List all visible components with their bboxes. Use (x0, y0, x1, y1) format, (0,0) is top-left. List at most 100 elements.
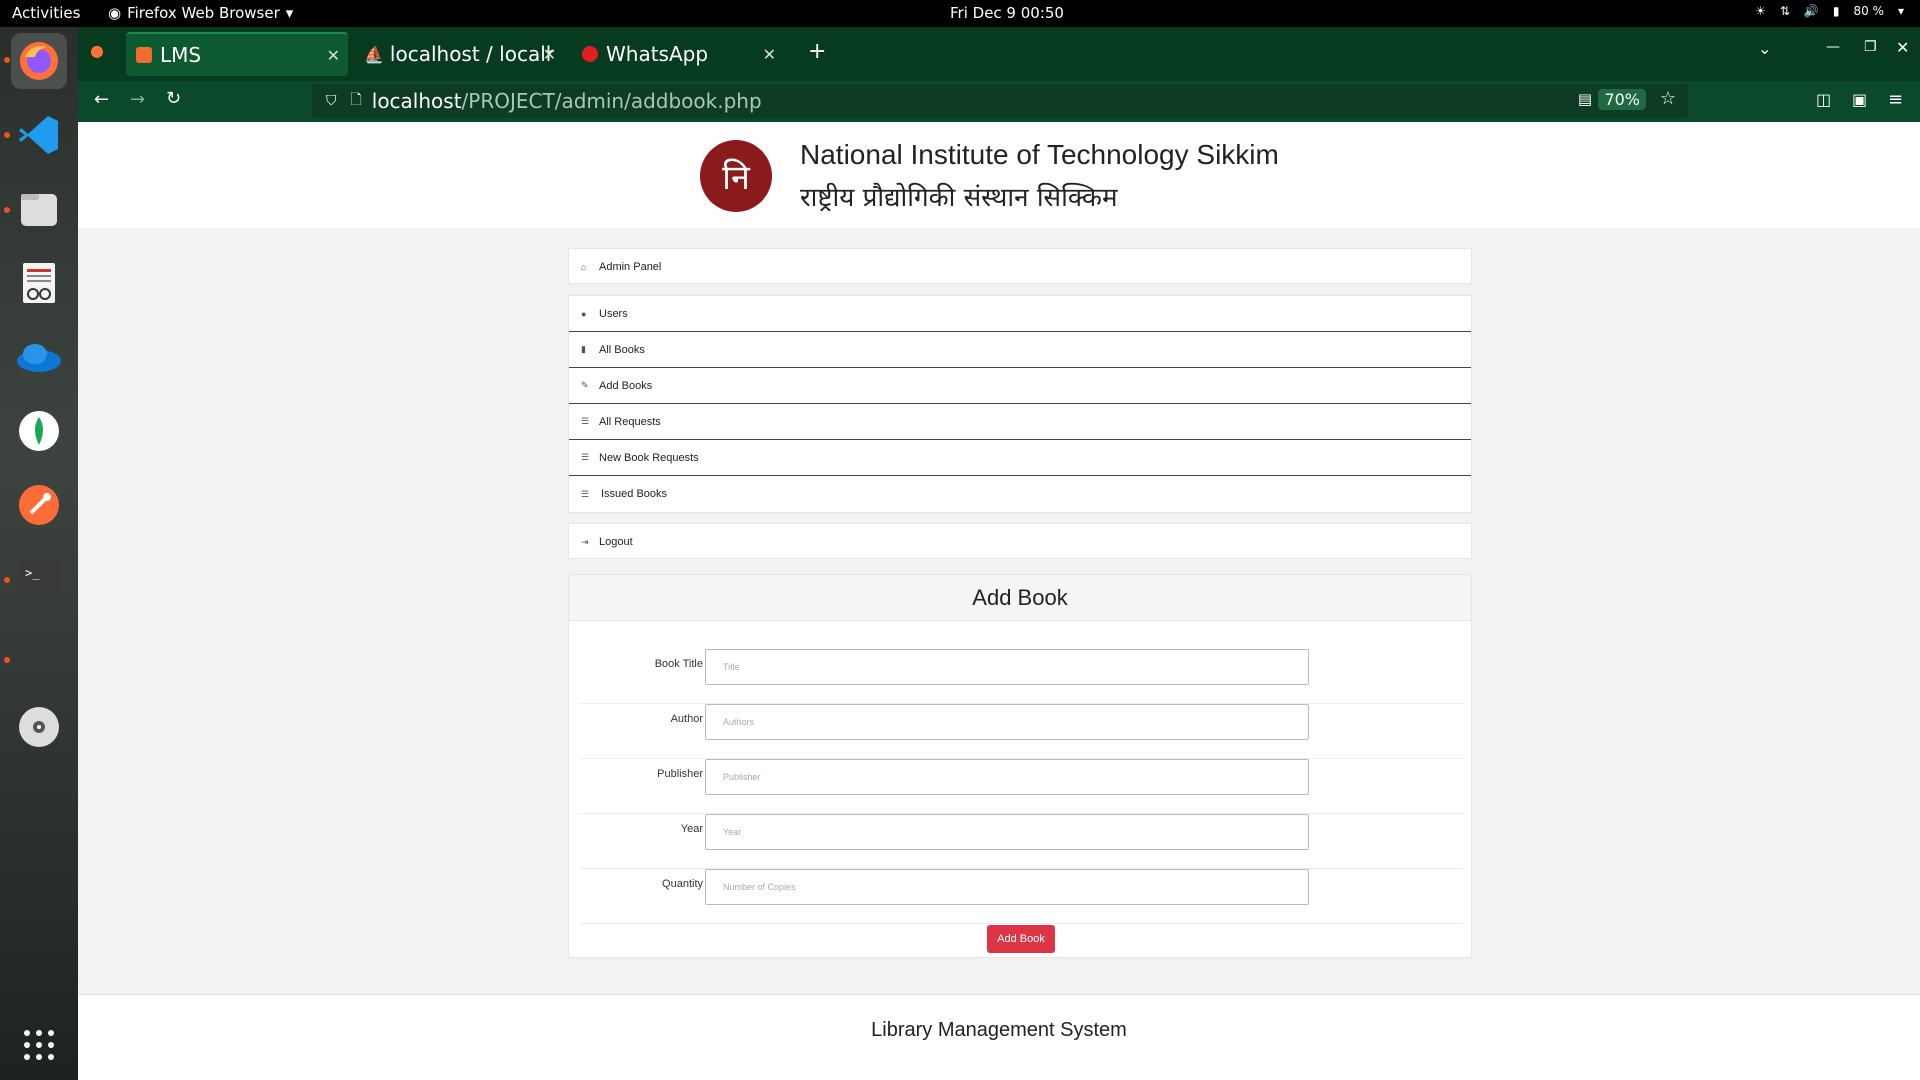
close-icon[interactable]: ✕ (543, 45, 556, 64)
battery-level: 80 % (1853, 4, 1884, 18)
url-bar[interactable]: ⛉ 🗋 localhost/PROJECT/admin/addbook.php … (312, 84, 1688, 118)
shield-icon: ⛉ (326, 93, 337, 109)
firefox-dock-icon[interactable] (11, 33, 67, 89)
onedrive-dock-icon[interactable] (11, 329, 67, 385)
hamburger-menu-icon[interactable]: ≡ (1888, 89, 1903, 110)
field-label: Publisher (657, 768, 703, 780)
menu-item-issued-books[interactable]: ☰ Issued Books (569, 476, 1471, 512)
home-icon: ⌂ (581, 262, 587, 272)
tab-label: WhatsApp (606, 42, 709, 66)
tab-label: localhost / localho (389, 42, 554, 66)
institute-logo: नि (700, 140, 772, 212)
menu-item-add-books[interactable]: ✎ Add Books (569, 368, 1471, 404)
quantity-input[interactable] (705, 869, 1309, 905)
tab-phpmyadmin[interactable]: ⛵ localhost / localho ✕ (354, 32, 564, 76)
menu-item-label: All Requests (599, 415, 661, 428)
mongodb-compass-dock-icon[interactable] (11, 403, 67, 459)
lms-favicon-icon (136, 47, 152, 63)
vscode-dock-icon[interactable] (11, 107, 67, 163)
url-text[interactable]: localhost/PROJECT/admin/addbook.php (372, 89, 762, 113)
extension-icon[interactable]: ▣ (1852, 90, 1867, 109)
menu-item-all-requests[interactable]: ☰ All Requests (569, 404, 1471, 440)
menu-item-label: Issued Books (601, 488, 668, 500)
volume-icon: 🔊 (1803, 4, 1819, 18)
author-input[interactable] (705, 704, 1309, 740)
book-title-input[interactable] (705, 649, 1309, 685)
svg-text:>_: >_ (25, 566, 40, 580)
add-book-button[interactable]: Add Book (987, 925, 1055, 953)
brightness-icon: ☀ (1755, 4, 1766, 18)
whatsapp-alert-icon (582, 46, 598, 62)
close-icon[interactable]: ✕ (327, 46, 340, 65)
network-icon: ⇅ (1779, 4, 1790, 18)
list-icon: ☰ (581, 416, 590, 426)
card-title: Add Book (569, 575, 1471, 621)
back-arrow-icon[interactable]: ← (94, 89, 109, 110)
footer-text: Library Management System (871, 1019, 1127, 1041)
field-label: Quantity (662, 878, 703, 890)
add-book-card: Add Book Book Title Author Publisher Yea… (568, 574, 1472, 958)
site-footer: Library Management System (78, 994, 1920, 1080)
form-row-title: Book Title (579, 649, 1463, 704)
tab-lms[interactable]: LMS ✕ (126, 32, 348, 76)
admin-panel-label: Admin Panel (599, 261, 662, 273)
disc-dock-icon[interactable] (11, 699, 67, 755)
phpmyadmin-favicon-icon: ⛵ (364, 44, 384, 64)
admin-panel-link[interactable]: ⌂ Admin Panel (569, 249, 1471, 285)
forward-arrow-icon[interactable]: → (130, 89, 145, 110)
reader-view-icon[interactable]: ▤ (1578, 90, 1592, 108)
year-input[interactable] (705, 814, 1309, 850)
page-icon: 🗋 (350, 92, 362, 108)
institute-name-en: National Institute of Technology Sikkim (800, 139, 1279, 170)
bookmark-star-icon[interactable]: ☆ (1660, 88, 1676, 109)
menu-item-new-book-requests[interactable]: ☰ New Book Requests (569, 440, 1471, 476)
clock[interactable]: Fri Dec 9 00:50 (950, 4, 1064, 22)
firefox-view-icon[interactable]: ● (90, 41, 104, 60)
field-label: Year (680, 823, 703, 835)
tab-label: LMS (160, 43, 202, 67)
activities-button[interactable]: Activities (12, 4, 80, 22)
menu-item-users[interactable]: ● Users (569, 296, 1471, 332)
publisher-input[interactable] (705, 759, 1309, 795)
reload-icon[interactable]: ↻ (166, 88, 181, 109)
terminal-dock-icon[interactable]: >_ (11, 551, 67, 607)
battery-icon: ▮ (1832, 4, 1840, 18)
show-apps-grid-icon[interactable] (11, 1017, 67, 1073)
list-icon: ☰ (581, 488, 590, 499)
browser-chrome: ● LMS ✕ ⛵ localhost / localho ✕ WhatsApp… (78, 27, 1920, 122)
close-icon[interactable]: ✕ (763, 45, 776, 64)
tab-list-chevron-icon[interactable]: ⌄ (1758, 39, 1771, 58)
admin-panel-bar: ⌂ Admin Panel (568, 248, 1472, 284)
system-top-bar: Activities ◉ Firefox Web Browser ▾ Fri D… (0, 0, 1920, 27)
new-tab-icon[interactable]: + (808, 39, 826, 64)
book-icon: ▮ (581, 344, 586, 354)
tab-bar: ● LMS ✕ ⛵ localhost / localho ✕ WhatsApp… (78, 27, 1920, 81)
zoom-level[interactable]: 70% (1598, 89, 1646, 110)
dock: >_ (0, 27, 78, 1080)
files-dock-icon[interactable] (11, 181, 67, 237)
logout-bar: ⇥ Logout (568, 523, 1472, 559)
postman-dock-icon[interactable] (11, 477, 67, 533)
field-label: Author (670, 713, 703, 725)
menu-item-all-books[interactable]: ▮ All Books (569, 332, 1471, 368)
minimize-icon[interactable]: — (1826, 39, 1840, 55)
field-label: Book Title (654, 658, 703, 670)
tray-chevron-icon: ▾ (1897, 4, 1904, 18)
chevron-down-icon: ▾ (285, 4, 294, 22)
menu-item-label: All Books (599, 343, 645, 356)
tab-whatsapp[interactable]: WhatsApp ✕ (572, 32, 784, 76)
edit-icon: ✎ (581, 380, 589, 390)
menu-item-label: New Book Requests (599, 451, 699, 464)
window-close-icon[interactable]: ✕ (1896, 38, 1909, 57)
system-tray[interactable]: ☀ ⇅ 🔊 ▮ 80 % ▾ (1755, 4, 1904, 18)
admin-menu: ● Users ▮ All Books ✎ Add Books ☰ All Re… (568, 295, 1472, 513)
form-row-publisher: Publisher (579, 759, 1463, 814)
restore-icon[interactable]: ❐ (1864, 39, 1877, 55)
document-viewer-dock-icon[interactable] (11, 255, 67, 311)
logout-icon: ⇥ (581, 536, 589, 547)
logout-link[interactable]: ⇥ Logout (569, 524, 1471, 560)
form-row-year: Year (579, 814, 1463, 869)
form-row-author: Author (579, 704, 1463, 759)
app-menu[interactable]: ◉ Firefox Web Browser ▾ (108, 4, 293, 22)
pocket-icon[interactable]: ◫ (1816, 90, 1831, 109)
